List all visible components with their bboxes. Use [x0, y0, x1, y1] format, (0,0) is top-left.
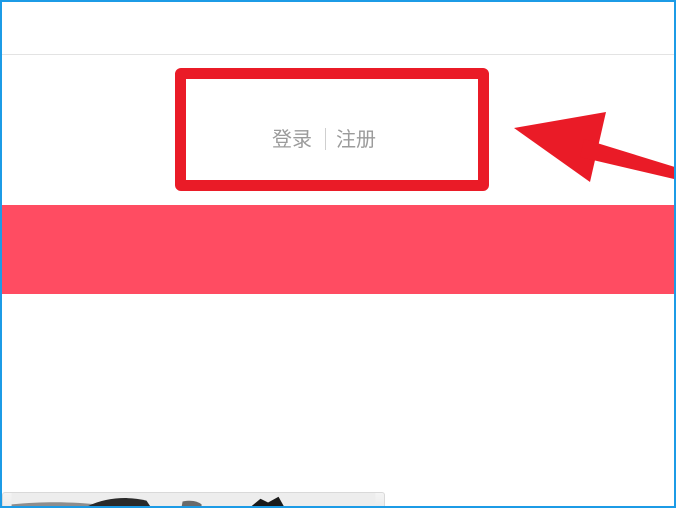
image-thumbnail[interactable]	[2, 492, 385, 506]
auth-links: 登录 注册	[272, 126, 376, 152]
screenshot-frame: 登录 注册	[0, 0, 676, 508]
login-link[interactable]: 登录	[272, 126, 312, 152]
top-bar	[2, 2, 674, 55]
link-divider	[325, 128, 326, 150]
pink-banner	[2, 205, 674, 294]
thumbnail-image	[11, 493, 376, 506]
annotation-arrow-icon	[514, 112, 674, 182]
register-link[interactable]: 注册	[336, 126, 376, 152]
